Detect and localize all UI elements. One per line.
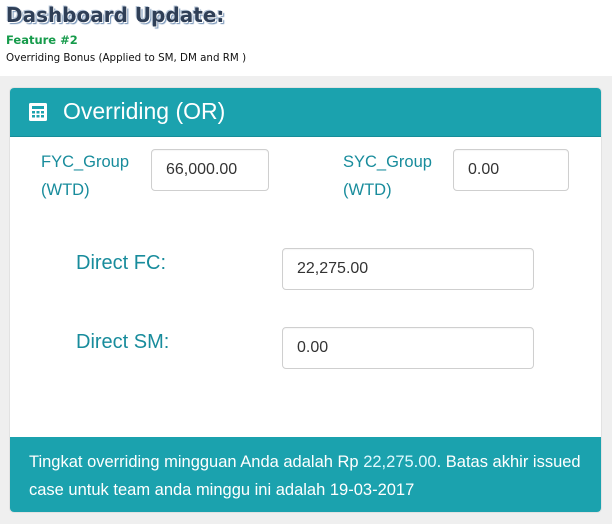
syc-group-label-line-1: SYC_Group — [343, 153, 432, 171]
card-header: Overriding (OR) — [10, 88, 601, 137]
fyc-group-label-line-1: FYC_Group — [41, 153, 130, 171]
overriding-summary-footer: Tingkat overriding mingguan Anda adalah … — [10, 437, 601, 512]
dashboard-update-screenshot: Dashboard Update: Feature #2 Overriding … — [0, 0, 616, 529]
overriding-summary-text: Tingkat overriding mingguan Anda adalah … — [29, 448, 589, 504]
overriding-card: Overriding (OR) FYC_Group (WTD) 66,000.0… — [10, 88, 601, 512]
dashboard-update-title: Dashboard Update: — [6, 3, 225, 27]
direct-sm-field[interactable]: 0.00 — [282, 327, 534, 369]
feature-label: Feature #2 — [6, 33, 78, 47]
direct-fc-field[interactable]: 22,275.00 — [282, 248, 534, 290]
calculator-icon — [29, 103, 47, 121]
summary-text-before-amount: Tingkat overriding mingguan Anda adalah … — [29, 453, 364, 471]
feature-description: Overriding Bonus (Applied to SM, DM and … — [6, 52, 247, 64]
fyc-group-label-line-2: (WTD) — [41, 181, 90, 199]
syc-group-field[interactable]: 0.00 — [453, 149, 569, 191]
direct-sm-label: Direct SM: — [76, 331, 170, 353]
weekly-overriding-amount: 22,275.00 — [363, 453, 437, 471]
syc-group-label-line-2: (WTD) — [343, 181, 392, 199]
card-title: Overriding (OR) — [63, 98, 226, 124]
direct-fc-label: Direct FC: — [76, 252, 166, 274]
fyc-group-field[interactable]: 66,000.00 — [151, 149, 269, 191]
